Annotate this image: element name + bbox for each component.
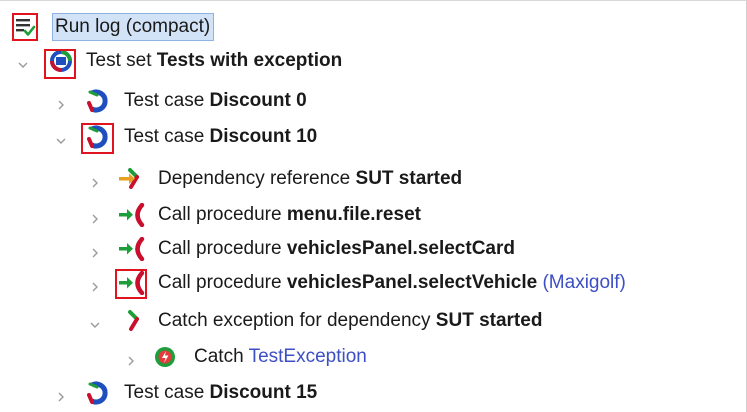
tree-item-catch-exception[interactable]: Catch exception for dependency SUT start… xyxy=(0,304,747,338)
tree-item-label: Test case Discount 0 xyxy=(124,90,307,111)
tree-item-dependency-reference[interactable]: Dependency reference SUT started xyxy=(0,162,747,196)
call-procedure-icon xyxy=(117,203,145,227)
tree-item-label: Call procedure menu.file.reset xyxy=(158,204,421,225)
chevron-right-icon[interactable] xyxy=(55,387,67,402)
run-log-tree: Run log (compact) Test set Tests with ex… xyxy=(0,0,747,412)
chevron-down-icon[interactable] xyxy=(17,55,29,68)
test-case-icon xyxy=(83,381,111,405)
chevron-right-icon[interactable] xyxy=(125,351,137,366)
tree-item-call-procedure[interactable]: Call procedure vehiclesPanel.selectCard xyxy=(0,232,747,266)
tree-item-test-set[interactable]: Test set Tests with exception xyxy=(0,44,747,79)
tree-item-call-procedure[interactable]: Call procedure vehiclesPanel.selectVehic… xyxy=(0,266,747,300)
test-set-icon xyxy=(47,49,75,73)
tree-item-test-case[interactable]: Test case Discount 0 xyxy=(0,84,747,118)
chevron-right-icon[interactable] xyxy=(89,209,101,224)
tree-item-label: Catch exception for dependency SUT start… xyxy=(158,310,543,331)
dependency-reference-icon xyxy=(117,167,145,191)
tree-item-catch[interactable]: Catch TestException xyxy=(0,340,747,374)
chevron-right-icon[interactable] xyxy=(89,173,101,188)
chevron-down-icon[interactable] xyxy=(89,315,101,328)
call-procedure-icon xyxy=(117,271,145,295)
test-case-icon xyxy=(83,125,111,149)
tree-item-call-procedure[interactable]: Call procedure menu.file.reset xyxy=(0,198,747,232)
tree-item-label: Call procedure vehiclesPanel.selectVehic… xyxy=(158,272,626,293)
parameter-text: (Maxigolf) xyxy=(542,272,626,293)
tree-item-test-case[interactable]: Test case Discount 15 xyxy=(0,376,747,410)
tree-item-test-case[interactable]: Test case Discount 10 xyxy=(0,120,747,154)
tree-item-label: Test set Tests with exception xyxy=(86,50,343,71)
test-case-icon xyxy=(83,89,111,113)
top-border xyxy=(0,0,747,1)
tree-item-label: Dependency reference SUT started xyxy=(158,168,463,189)
root-label: Run log (compact) xyxy=(52,13,215,41)
catch-icon xyxy=(153,345,181,369)
exception-link[interactable]: TestException xyxy=(249,346,367,367)
tree-root[interactable]: Run log (compact) xyxy=(0,6,747,41)
chevron-right-icon[interactable] xyxy=(55,95,67,110)
call-procedure-icon xyxy=(117,237,145,261)
run-log-icon xyxy=(13,15,37,39)
catch-exception-icon xyxy=(117,309,145,333)
chevron-right-icon[interactable] xyxy=(89,277,101,292)
tree-item-label: Catch TestException xyxy=(194,346,367,367)
tree-item-label: Test case Discount 15 xyxy=(124,382,318,403)
tree-item-label: Call procedure vehiclesPanel.selectCard xyxy=(158,238,515,259)
chevron-right-icon[interactable] xyxy=(89,243,101,258)
tree-item-label: Test case Discount 10 xyxy=(124,126,318,147)
chevron-down-icon[interactable] xyxy=(55,131,67,144)
